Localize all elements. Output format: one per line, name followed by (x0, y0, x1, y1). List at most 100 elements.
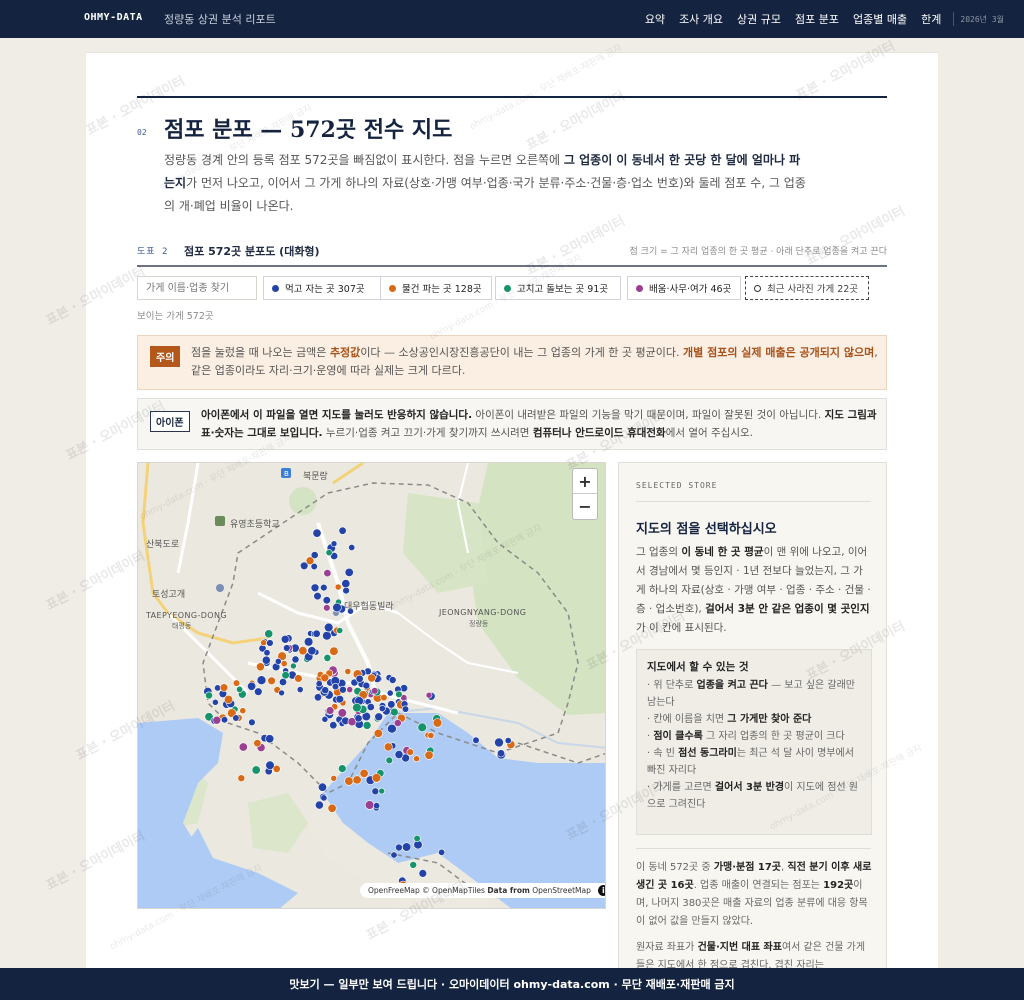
store-dot[interactable] (266, 639, 274, 647)
store-dot[interactable] (367, 673, 376, 683)
store-dot[interactable] (294, 674, 303, 683)
store-dot[interactable] (366, 703, 375, 712)
store-dot[interactable] (387, 723, 397, 734)
store-dot[interactable] (323, 604, 331, 612)
store-dot[interactable] (238, 742, 248, 752)
store-dot[interactable] (394, 750, 404, 759)
store-dot[interactable] (354, 714, 363, 723)
nav-item-limits[interactable]: 한계 (921, 11, 941, 27)
store-dot[interactable] (388, 676, 397, 684)
store-dot[interactable] (330, 540, 338, 547)
store-dot[interactable] (256, 675, 267, 685)
nav-item-store-distribution[interactable]: 점포 분포 (795, 11, 839, 27)
store-dot[interactable] (323, 569, 332, 578)
store-dot[interactable] (494, 737, 504, 748)
store-dot[interactable] (362, 721, 372, 730)
store-dot[interactable] (417, 722, 427, 733)
store-dot[interactable] (248, 718, 256, 726)
store-dot[interactable] (219, 683, 229, 692)
store-dot[interactable] (212, 715, 222, 725)
store-dot[interactable] (386, 689, 394, 697)
store-dot[interactable] (265, 734, 275, 744)
store-dot[interactable] (323, 653, 332, 662)
info-icon[interactable]: i (597, 885, 605, 896)
store-dot[interactable] (324, 622, 334, 633)
store-dot[interactable] (336, 627, 344, 634)
store-dot[interactable] (401, 705, 410, 713)
store-search-input[interactable] (137, 276, 257, 300)
store-dot[interactable] (253, 739, 262, 748)
store-dot[interactable] (395, 690, 403, 699)
store-dot[interactable] (472, 736, 480, 744)
store-dot[interactable] (318, 782, 328, 792)
store-dot[interactable] (261, 655, 271, 665)
store-dot[interactable] (402, 842, 412, 852)
store-dot[interactable] (383, 742, 393, 752)
store-dot[interactable] (310, 562, 318, 571)
store-dot[interactable] (332, 602, 342, 613)
store-dot[interactable] (320, 794, 328, 802)
store-dot[interactable] (232, 714, 240, 722)
store-dot[interactable] (310, 583, 320, 593)
store-dot[interactable] (322, 631, 332, 641)
nav-item-market-size[interactable]: 상권 규모 (737, 11, 781, 27)
store-dot[interactable] (314, 800, 324, 810)
store-dot[interactable] (504, 737, 512, 745)
filter-chip-closed-stores[interactable]: 최근 사라진 가게 22곳 (745, 276, 869, 300)
store-dot[interactable] (327, 803, 337, 813)
store-dot[interactable] (373, 802, 381, 810)
store-dot[interactable] (232, 679, 241, 687)
store-dot[interactable] (409, 861, 418, 869)
store-dot[interactable] (237, 774, 246, 783)
store-dot[interactable] (406, 748, 414, 756)
store-dot[interactable] (291, 655, 300, 664)
store-dot[interactable] (390, 707, 399, 717)
store-dot[interactable] (310, 551, 319, 559)
store-dot[interactable] (290, 662, 297, 670)
store-dot[interactable] (496, 749, 505, 758)
store-dot[interactable] (330, 774, 337, 782)
store-dot[interactable] (346, 686, 354, 693)
store-dot[interactable] (341, 579, 351, 589)
store-dot[interactable] (337, 708, 347, 718)
store-dot[interactable] (395, 843, 403, 852)
store-dot[interactable] (338, 526, 347, 535)
zoom-out-button[interactable]: − (573, 494, 597, 519)
store-dot[interactable] (314, 693, 323, 702)
store-dot[interactable] (303, 637, 314, 647)
store-dot[interactable] (263, 649, 271, 657)
store-dot[interactable] (247, 681, 257, 691)
store-dot[interactable] (344, 776, 354, 786)
store-dot[interactable] (281, 671, 290, 680)
map-canvas[interactable]: B (138, 463, 606, 909)
store-dot[interactable] (413, 834, 421, 843)
nav-item-sales-by-industry[interactable]: 업종별 매출 (853, 11, 907, 27)
filter-chip-retail[interactable]: 물건 파는 곳 128곳 (380, 276, 492, 300)
filter-chip-education-office[interactable]: 배움·사무·여가 46곳 (627, 276, 741, 300)
store-dot[interactable] (374, 712, 383, 722)
store-dot[interactable] (251, 765, 261, 775)
store-dot[interactable] (325, 706, 335, 715)
store-dot[interactable] (313, 592, 322, 601)
store-dot[interactable] (260, 639, 267, 647)
store-dot[interactable] (425, 691, 433, 699)
store-dot[interactable] (312, 629, 321, 638)
store-dot[interactable] (418, 869, 427, 878)
store-dot[interactable] (283, 644, 291, 652)
store-dot[interactable] (296, 686, 304, 693)
store-dot[interactable] (320, 583, 328, 592)
store-dot[interactable] (364, 800, 375, 810)
store-dot[interactable] (224, 695, 234, 705)
store-dot[interactable] (335, 695, 345, 704)
store-dot[interactable] (321, 686, 330, 695)
store-dot[interactable] (329, 646, 339, 656)
store-dot[interactable] (344, 668, 352, 675)
store-dot[interactable] (413, 755, 420, 763)
store-dot[interactable] (334, 583, 342, 591)
store-dot[interactable] (320, 673, 330, 683)
store-dot[interactable] (427, 731, 435, 739)
store-dot[interactable] (339, 685, 347, 694)
store-dot[interactable] (274, 657, 282, 665)
store-dot[interactable] (220, 716, 229, 724)
store-dot[interactable] (378, 787, 385, 795)
